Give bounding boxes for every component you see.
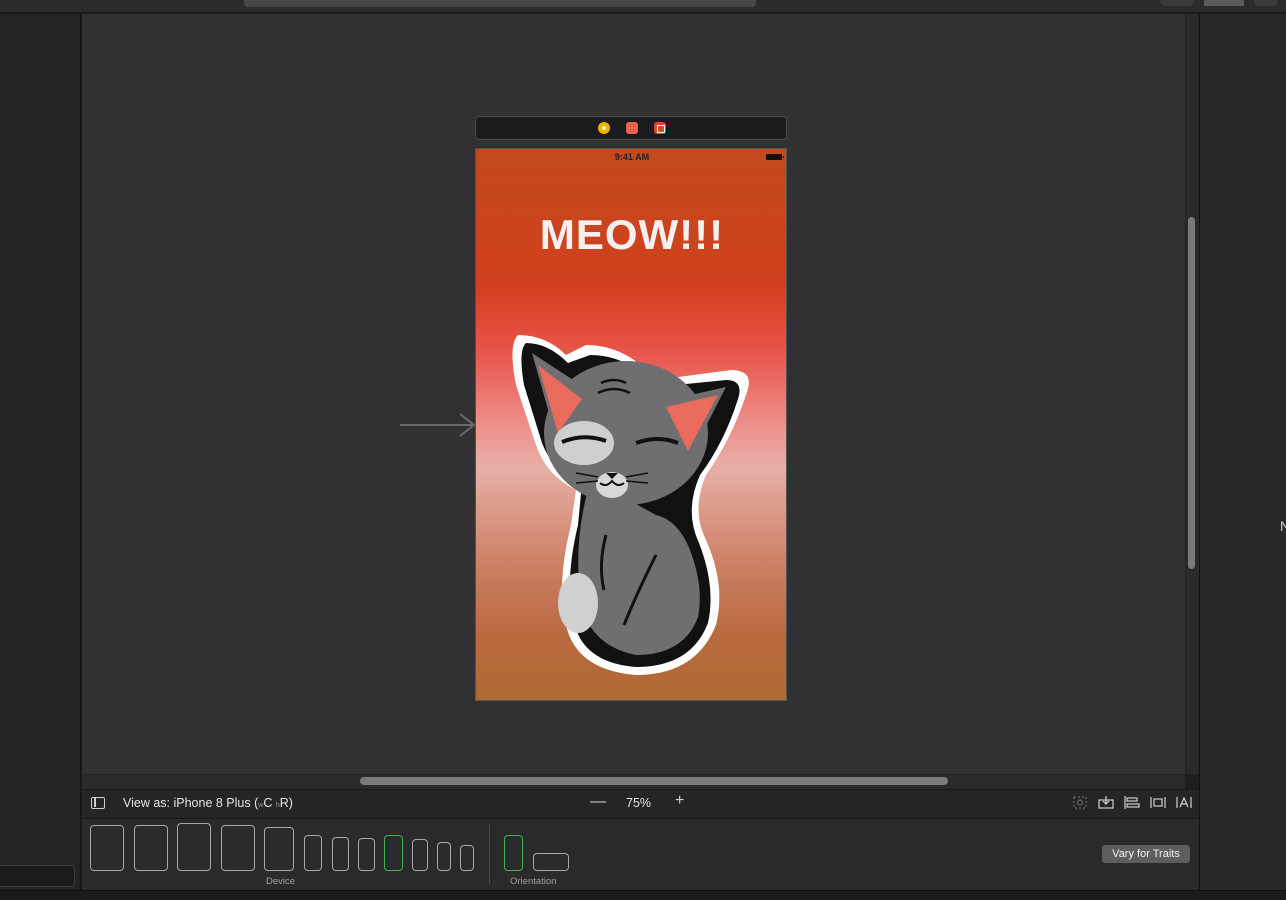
orientation-portrait[interactable] [504, 835, 523, 871]
inspector-text-fragment: N [1280, 518, 1286, 534]
filter-field[interactable] [0, 865, 75, 887]
device-iphone-se[interactable] [437, 842, 451, 871]
activity-path-field[interactable] [244, 0, 756, 7]
device-iphone-xs-max[interactable] [304, 835, 322, 871]
height-class: R [279, 796, 289, 810]
view-controller-scene[interactable]: 9:41 AM MEOW!!! [475, 148, 787, 701]
document-outline-panel [0, 14, 81, 890]
align-icon[interactable] [1124, 796, 1140, 809]
view-controller-icon[interactable] [598, 122, 610, 134]
zoom-level: 75% [626, 796, 652, 810]
first-responder-icon[interactable] [626, 122, 638, 134]
device-ipad-mini[interactable] [264, 827, 294, 871]
cat-image[interactable] [506, 325, 766, 685]
width-class: C [263, 796, 273, 810]
toolbar-button[interactable] [1160, 0, 1194, 6]
device-section-label: Device [266, 876, 296, 887]
update-frames-icon[interactable] [1072, 796, 1088, 809]
scene-dock[interactable] [475, 116, 787, 140]
document-outline-toggle-icon[interactable] [91, 797, 105, 809]
exit-icon[interactable] [654, 122, 666, 134]
orientation-landscape[interactable] [533, 853, 569, 871]
view-as-suffix: ) [288, 796, 293, 810]
device-ipad-pro-11[interactable] [134, 825, 168, 871]
device-bar-divider [489, 824, 490, 884]
add-constraints-icon[interactable] [1150, 796, 1166, 809]
battery-icon [766, 154, 784, 160]
meow-label[interactable]: MEOW!!! [476, 211, 786, 259]
initial-view-controller-arrow[interactable] [400, 410, 478, 440]
editor-mode-segment[interactable] [1204, 0, 1244, 6]
vertical-scroll-thumb[interactable] [1188, 217, 1195, 569]
zoom-in-button[interactable]: + [675, 792, 684, 810]
debug-area-bar [0, 890, 1286, 900]
device-iphone-xr[interactable] [358, 838, 375, 871]
status-bar-time: 9:41 AM [614, 152, 650, 162]
inspector-toggle-button[interactable] [1254, 0, 1278, 6]
vary-for-traits-button[interactable]: Vary for Traits [1102, 845, 1190, 863]
device-iphone-8-plus[interactable] [384, 835, 403, 871]
device-iphone-xs[interactable] [332, 837, 349, 871]
orientation-section-label: Orientation [510, 876, 557, 887]
device-ipad-9-7[interactable] [221, 825, 255, 871]
embed-in-stack-icon[interactable] [1098, 796, 1114, 809]
view-as-label[interactable]: View as: iPhone 8 Plus (wC hR) [123, 796, 293, 810]
device-iphone-4s[interactable] [460, 845, 474, 871]
device-ipad-pro-12-9[interactable] [90, 825, 124, 871]
device-iphone-8[interactable] [412, 839, 428, 871]
zoom-out-button[interactable]: — [590, 793, 606, 811]
view-as-device: View as: iPhone 8 Plus ( [123, 796, 259, 810]
resolve-issues-icon[interactable] [1176, 796, 1192, 809]
inspector-panel [1199, 14, 1286, 890]
horizontal-scroll-thumb[interactable] [360, 777, 948, 785]
device-ipad-pro-10-5[interactable] [177, 823, 211, 871]
